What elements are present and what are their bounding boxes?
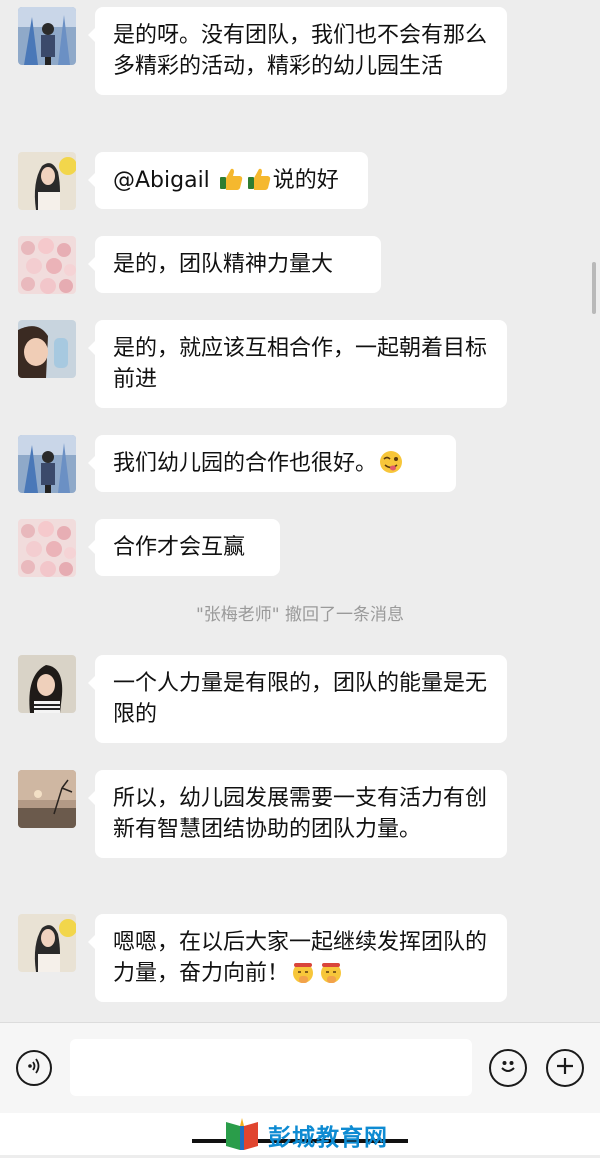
message-bubble[interactable]: 合作才会互赢 xyxy=(88,519,280,576)
message-text: 是的，团队精神力量大 xyxy=(113,252,334,277)
message-bubble[interactable]: 一个人力量是有限的，团队的能量是无限的 xyxy=(88,655,507,743)
voice-button[interactable] xyxy=(16,1050,52,1086)
watermark-brand: 彭城教育网 xyxy=(268,1125,388,1151)
thumbs-up-icon xyxy=(246,166,272,192)
chat-area[interactable]: 是的呀。没有团队，我们也不会有那么多精彩的活动，精彩的幼儿园生活 @Abigai… xyxy=(0,0,600,1022)
message-bubble[interactable]: @Abigail 说的好 xyxy=(88,152,368,209)
watermark-logo xyxy=(220,1114,264,1154)
avatar[interactable] xyxy=(18,435,76,493)
plus-button[interactable] xyxy=(546,1049,584,1087)
message-text: 所以，幼儿园发展需要一支有活力有创新有智慧团结协助的团队力量。 xyxy=(113,786,488,842)
avatar[interactable] xyxy=(18,152,76,210)
thumbs-up-icon xyxy=(218,166,244,192)
message-text: 说的好 xyxy=(272,168,339,193)
message-input[interactable] xyxy=(70,1039,472,1096)
emoji-icon xyxy=(496,1054,520,1082)
recall-notice: "张梅老师" 撤回了一条消息 xyxy=(195,605,405,625)
avatar[interactable] xyxy=(18,320,76,378)
message-bubble[interactable]: 我们幼儿园的合作也很好。 xyxy=(88,435,456,492)
avatar[interactable] xyxy=(18,655,76,713)
avatar[interactable] xyxy=(18,519,76,577)
message-text: 我们幼儿园的合作也很好。 xyxy=(113,451,378,476)
mention-text[interactable]: @Abigail xyxy=(113,168,217,193)
input-bar xyxy=(0,1022,600,1114)
fist-bump-icon xyxy=(318,959,344,985)
plus-icon xyxy=(554,1055,576,1081)
avatar[interactable] xyxy=(18,914,76,972)
scrollbar[interactable] xyxy=(592,262,596,314)
message-text: 一个人力量是有限的，团队的能量是无限的 xyxy=(113,671,488,727)
avatar[interactable] xyxy=(18,7,76,65)
fist-bump-icon xyxy=(290,959,316,985)
message-bubble[interactable]: 所以，幼儿园发展需要一支有活力有创新有智慧团结协助的团队力量。 xyxy=(88,770,507,858)
message-text: 是的，就应该互相合作，一起朝着目标前进 xyxy=(113,336,488,392)
voice-icon xyxy=(24,1056,44,1080)
message-bubble[interactable]: 是的，团队精神力量大 xyxy=(88,236,381,293)
emoji-button[interactable] xyxy=(489,1049,527,1087)
message-text: 是的呀。没有团队，我们也不会有那么多精彩的活动，精彩的幼儿园生活 xyxy=(113,23,488,79)
message-text: 合作才会互赢 xyxy=(113,535,246,560)
avatar[interactable] xyxy=(18,770,76,828)
message-bubble[interactable]: 嗯嗯，在以后大家一起继续发挥团队的力量，奋力向前！ xyxy=(88,914,507,1002)
message-bubble[interactable]: 是的呀。没有团队，我们也不会有那么多精彩的活动，精彩的幼儿园生活 xyxy=(88,7,507,95)
wink-tongue-icon xyxy=(378,449,404,475)
avatar[interactable] xyxy=(18,236,76,294)
message-bubble[interactable]: 是的，就应该互相合作，一起朝着目标前进 xyxy=(88,320,507,408)
